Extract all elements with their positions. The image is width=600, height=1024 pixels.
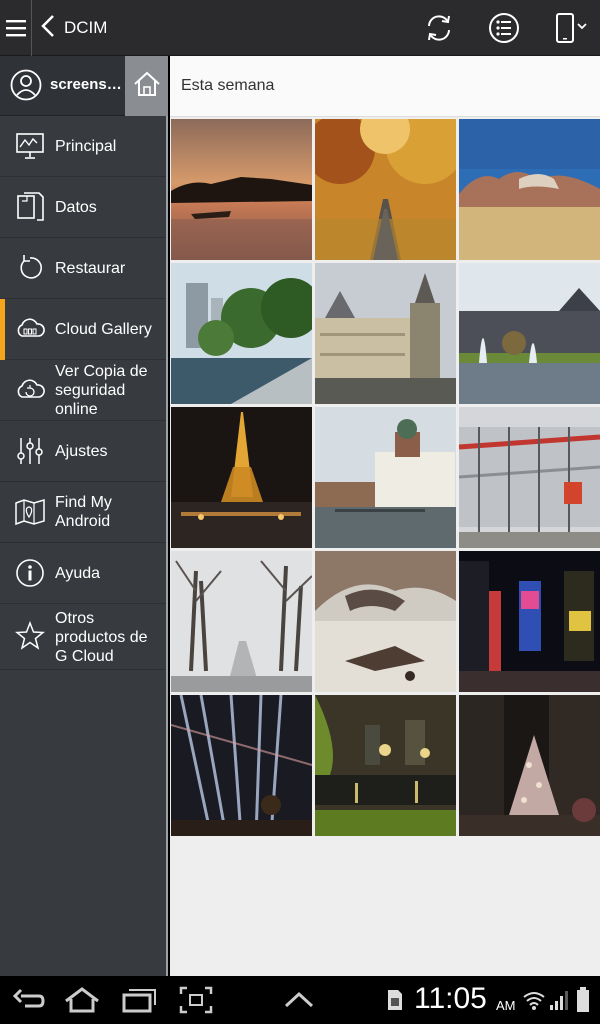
sidebar-item-label: Ver Copia de seguridad online [55, 362, 148, 418]
autumn-road-photo[interactable] [315, 119, 456, 260]
home-icon [133, 70, 161, 103]
restore-icon [14, 252, 46, 284]
system-navigation-bar: 11:05 AM [0, 976, 600, 1024]
sidebar-item-label: Ayuda [55, 564, 101, 582]
clock-time: 11:05 [414, 982, 487, 1015]
sidebar-item-label: Principal [55, 137, 117, 155]
signal-icon [548, 984, 570, 1016]
home-nav-icon[interactable] [62, 984, 102, 1016]
louvre-fountain-photo[interactable] [459, 263, 600, 404]
times-square-night-photo[interactable] [459, 551, 600, 692]
sync-icon[interactable] [419, 8, 459, 48]
avatar-icon [10, 69, 42, 101]
cloud-gallery-icon [14, 313, 46, 345]
recent-apps-icon[interactable] [120, 984, 158, 1016]
back-button[interactable]: DCIM [40, 0, 107, 56]
account-name: screens… [50, 76, 122, 93]
map-icon [14, 496, 46, 528]
sidebar-item-datos[interactable]: Datos [0, 177, 166, 238]
sidebar-item-otros-productos[interactable]: Otros productos de G Cloud [0, 604, 166, 670]
menu-icon[interactable] [0, 0, 32, 56]
sidebar-item-ver-copia[interactable]: Ver Copia de seguridad online [0, 360, 166, 421]
gallery-panel: Esta semana [170, 56, 600, 976]
star-icon [14, 620, 46, 652]
screenshot-icon[interactable] [178, 984, 214, 1016]
info-icon [14, 557, 46, 589]
documents-icon [14, 191, 46, 223]
winter-trees-path-photo[interactable] [171, 551, 312, 692]
action-bar: DCIM [0, 0, 600, 56]
section-header: Esta semana [170, 56, 600, 117]
sidebar-item-label: Restaurar [55, 259, 126, 277]
back-icon [40, 14, 56, 43]
night-pond-photo[interactable] [315, 695, 456, 836]
list-view-icon[interactable] [484, 8, 524, 48]
sidebar-item-ayuda[interactable]: Ayuda [0, 543, 166, 604]
back-nav-icon[interactable] [10, 984, 46, 1016]
home-button[interactable] [125, 56, 168, 116]
folder-title: DCIM [64, 18, 108, 37]
device-icon[interactable] [546, 8, 596, 48]
sidebar: screens… Principal Datos Restaurar Cloud… [0, 56, 168, 976]
sidebar-item-label: Ajustes [55, 442, 108, 460]
sidebar-item-principal[interactable]: Principal [0, 116, 166, 177]
sidebar-item-ajustes[interactable]: Ajustes [0, 421, 166, 482]
sidebar-item-label: Find My Android [55, 494, 112, 530]
city-park-photo[interactable] [171, 263, 312, 404]
shipwreck-painting-photo[interactable] [315, 551, 456, 692]
sidebar-item-restaurar[interactable]: Restaurar [0, 238, 166, 299]
sidebar-item-label: Datos [55, 198, 97, 216]
presentation-icon [14, 130, 46, 162]
sidebar-item-label: Cloud Gallery [55, 320, 152, 338]
cloud-backup-icon [14, 374, 46, 406]
account-header[interactable]: screens… [0, 56, 168, 116]
wifi-icon [522, 984, 546, 1016]
centre-pompidou-photo[interactable] [459, 407, 600, 548]
eiffel-tower-night-photo[interactable] [171, 407, 312, 548]
section-title: Esta semana [181, 77, 275, 94]
sliders-icon [14, 435, 46, 467]
sd-card-icon [384, 984, 406, 1016]
christmas-tree-plaza-photo[interactable] [459, 695, 600, 836]
sidebar-item-find-my-android[interactable]: Find My Android [0, 482, 166, 543]
light-trails-photo[interactable] [171, 695, 312, 836]
up-arrow-icon[interactable] [282, 984, 316, 1016]
desert-mountains-photo[interactable] [459, 119, 600, 260]
battery-icon [574, 984, 592, 1016]
sidebar-item-cloud-gallery[interactable]: Cloud Gallery [0, 299, 166, 360]
helsinki-cathedral-photo[interactable] [315, 407, 456, 548]
clock-ampm: AM [496, 998, 516, 1013]
sidebar-item-label: Otros productos de G Cloud [55, 609, 148, 665]
paris-hotel-de-ville-photo[interactable] [315, 263, 456, 404]
sunset-lake-photo[interactable] [171, 119, 312, 260]
